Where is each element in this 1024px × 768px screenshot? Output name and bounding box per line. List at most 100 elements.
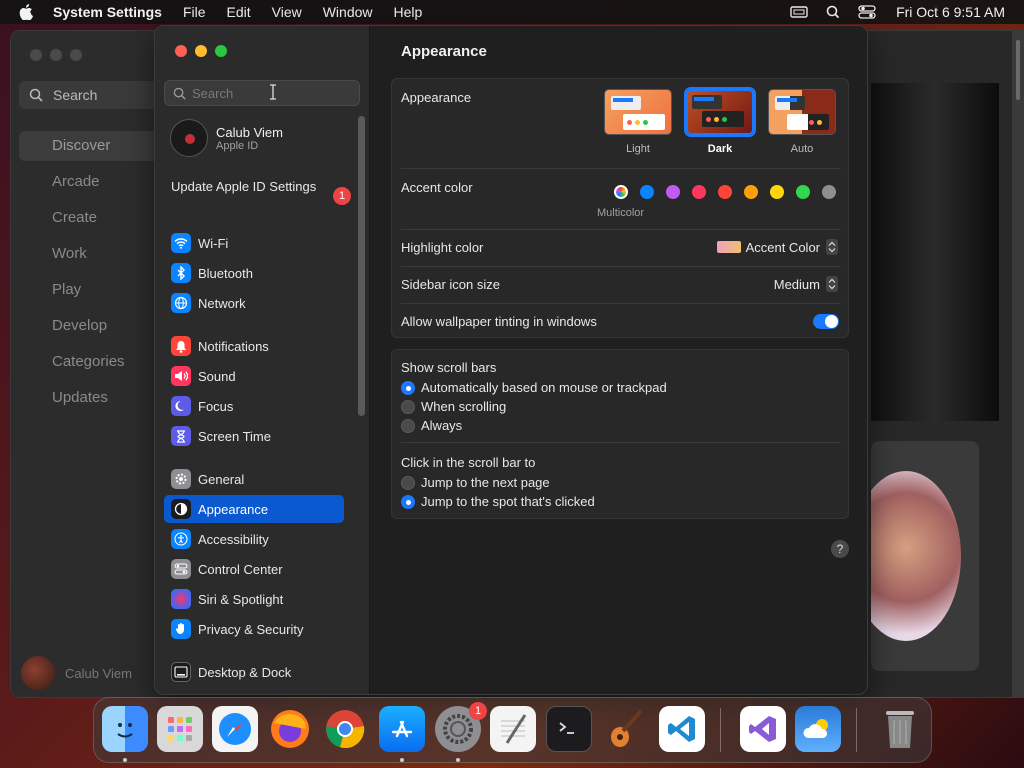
divider — [401, 303, 841, 304]
wallpaper-tinting-label: Allow wallpaper tinting in windows — [401, 314, 597, 329]
sidebar-item-accessibility[interactable]: Accessibility — [164, 525, 344, 553]
theme-option-dark[interactable]: Dark — [686, 89, 754, 155]
dock-separator — [856, 708, 857, 752]
minimize-button[interactable] — [50, 49, 62, 61]
sidebar-item-appearance[interactable]: Appearance — [164, 495, 344, 523]
app-store-account[interactable]: Calub Viem — [21, 656, 132, 690]
close-button[interactable] — [30, 49, 42, 61]
menu-bar: System Settings File Edit View Window He… — [0, 0, 1024, 24]
radio-scroll-automatic[interactable]: Automatically based on mouse or trackpad — [401, 380, 667, 395]
sidebar-item-control-center[interactable]: Control Center — [164, 555, 344, 583]
apple-menu-icon[interactable] — [19, 4, 33, 20]
sidebar-item-notifications[interactable]: Notifications — [164, 332, 344, 360]
control-center-icon[interactable] — [858, 5, 876, 19]
sidebar-item-desktop-dock[interactable]: Desktop & Dock — [164, 658, 344, 686]
menu-edit[interactable]: Edit — [227, 4, 251, 20]
window-controls — [175, 45, 235, 57]
sidebar-item-siri-spotlight[interactable]: Siri & Spotlight — [164, 585, 344, 613]
close-button[interactable] — [175, 45, 187, 57]
settings-search-input[interactable]: Search — [164, 80, 360, 106]
sidebar-item-wifi[interactable]: Wi-Fi — [164, 229, 344, 257]
zoom-button[interactable] — [70, 49, 82, 61]
avatar — [170, 119, 208, 157]
dock-trash-icon[interactable] — [877, 706, 923, 752]
account-name: Calub Viem — [216, 124, 283, 140]
app-store-nav-arcade[interactable]: Arcade — [19, 167, 159, 203]
accent-color-graphite[interactable] — [822, 185, 836, 199]
display-icon[interactable] — [790, 5, 808, 19]
sidebar-item-general[interactable]: General — [164, 465, 344, 493]
accent-color-green[interactable] — [796, 185, 810, 199]
background-scrollbar[interactable] — [1016, 40, 1020, 100]
accent-color-pink[interactable] — [692, 185, 706, 199]
sidebar-item-network[interactable]: Network — [164, 289, 344, 317]
menu-file[interactable]: File — [183, 4, 206, 20]
sidebar-item-screen-time[interactable]: Screen Time — [164, 422, 344, 450]
dock-finder-icon[interactable] — [102, 706, 148, 752]
radio-jump-next-page[interactable]: Jump to the next page — [401, 475, 550, 490]
sidebar-item-bluetooth[interactable]: Bluetooth — [164, 259, 344, 287]
accent-color-multicolor[interactable] — [614, 185, 628, 199]
dock-app-store-icon[interactable] — [379, 706, 425, 752]
minimize-button[interactable] — [195, 45, 207, 57]
help-button[interactable]: ? — [831, 540, 849, 558]
app-store-nav-discover[interactable]: Discover — [19, 131, 159, 161]
app-store-nav-develop[interactable]: Develop — [19, 311, 159, 347]
app-store-nav-create[interactable]: Create — [19, 203, 159, 239]
dock-garageband-icon[interactable] — [602, 706, 648, 752]
menu-window[interactable]: Window — [323, 4, 373, 20]
app-store-nav-work[interactable]: Work — [19, 239, 159, 275]
sidebar-scrollbar[interactable] — [358, 116, 365, 416]
accessibility-icon — [171, 529, 191, 549]
sidebar-item-label: Network — [198, 295, 246, 311]
icon-size-popup[interactable]: Medium — [774, 276, 838, 292]
wallpaper-tinting-toggle[interactable] — [813, 314, 839, 329]
spotlight-search-icon[interactable] — [824, 5, 842, 19]
menu-app-name[interactable]: System Settings — [53, 4, 162, 20]
menu-view[interactable]: View — [272, 4, 302, 20]
dock-launchpad-icon[interactable] — [157, 706, 203, 752]
dock-firefox-icon[interactable] — [267, 706, 313, 752]
dock-system-settings-icon[interactable]: 1 — [435, 702, 487, 752]
app-store-search[interactable]: Search — [19, 81, 159, 109]
dock-textedit-icon[interactable] — [490, 706, 536, 752]
dock-vscode-icon[interactable] — [659, 706, 705, 752]
accent-color-orange[interactable] — [744, 185, 758, 199]
app-store-nav-updates[interactable]: Updates — [19, 383, 159, 419]
sidebar-item-sound[interactable]: Sound — [164, 362, 344, 390]
radio-scroll-always[interactable]: Always — [401, 418, 462, 433]
menu-help[interactable]: Help — [394, 4, 423, 20]
dock-safari-icon[interactable] — [212, 706, 258, 752]
hand-icon — [171, 619, 191, 639]
accent-color-red[interactable] — [718, 185, 732, 199]
sidebar-item-privacy-security[interactable]: Privacy & Security — [164, 615, 344, 643]
app-store-search-placeholder: Search — [53, 87, 98, 103]
radio-jump-to-spot[interactable]: Jump to the spot that's clicked — [401, 494, 595, 509]
app-store-sidebar: Search Discover Arcade Create Work Play … — [11, 31, 161, 697]
dock-weather-icon[interactable] — [795, 706, 841, 752]
theme-option-light[interactable]: Light — [604, 89, 672, 155]
app-store-nav-play[interactable]: Play — [19, 275, 159, 311]
app-store-nav-categories[interactable]: Categories — [19, 347, 159, 383]
app-store-hero-image[interactable] — [871, 83, 999, 421]
menubar-clock[interactable]: Fri Oct 6 9:51 AM — [896, 4, 1005, 20]
accent-color-blue[interactable] — [640, 185, 654, 199]
background-window-edge — [1012, 30, 1024, 698]
sidebar-item-label: Appearance — [198, 501, 269, 517]
sidebar-item-focus[interactable]: Focus — [164, 392, 344, 420]
theme-option-auto[interactable]: Auto — [768, 89, 836, 155]
notification-badge: 1 — [333, 187, 351, 205]
dock-terminal-icon[interactable] — [546, 706, 592, 752]
highlight-color-popup[interactable]: Accent Color — [716, 239, 838, 255]
theme-label-dark: Dark — [707, 143, 733, 155]
radio-scroll-when-scrolling[interactable]: When scrolling — [401, 399, 506, 414]
accent-color-yellow[interactable] — [770, 185, 784, 199]
dock-visual-studio-icon[interactable] — [740, 706, 786, 752]
update-apple-id-settings[interactable]: Update Apple ID Settings 1 — [171, 179, 351, 205]
apple-id-account[interactable]: Calub Viem Apple ID — [170, 119, 283, 157]
zoom-button[interactable] — [215, 45, 227, 57]
app-store-feature-card[interactable] — [871, 441, 979, 671]
accent-color-purple[interactable] — [666, 185, 680, 199]
dock-chrome-icon[interactable] — [322, 706, 368, 752]
app-store-user-name: Calub Viem — [65, 665, 132, 681]
